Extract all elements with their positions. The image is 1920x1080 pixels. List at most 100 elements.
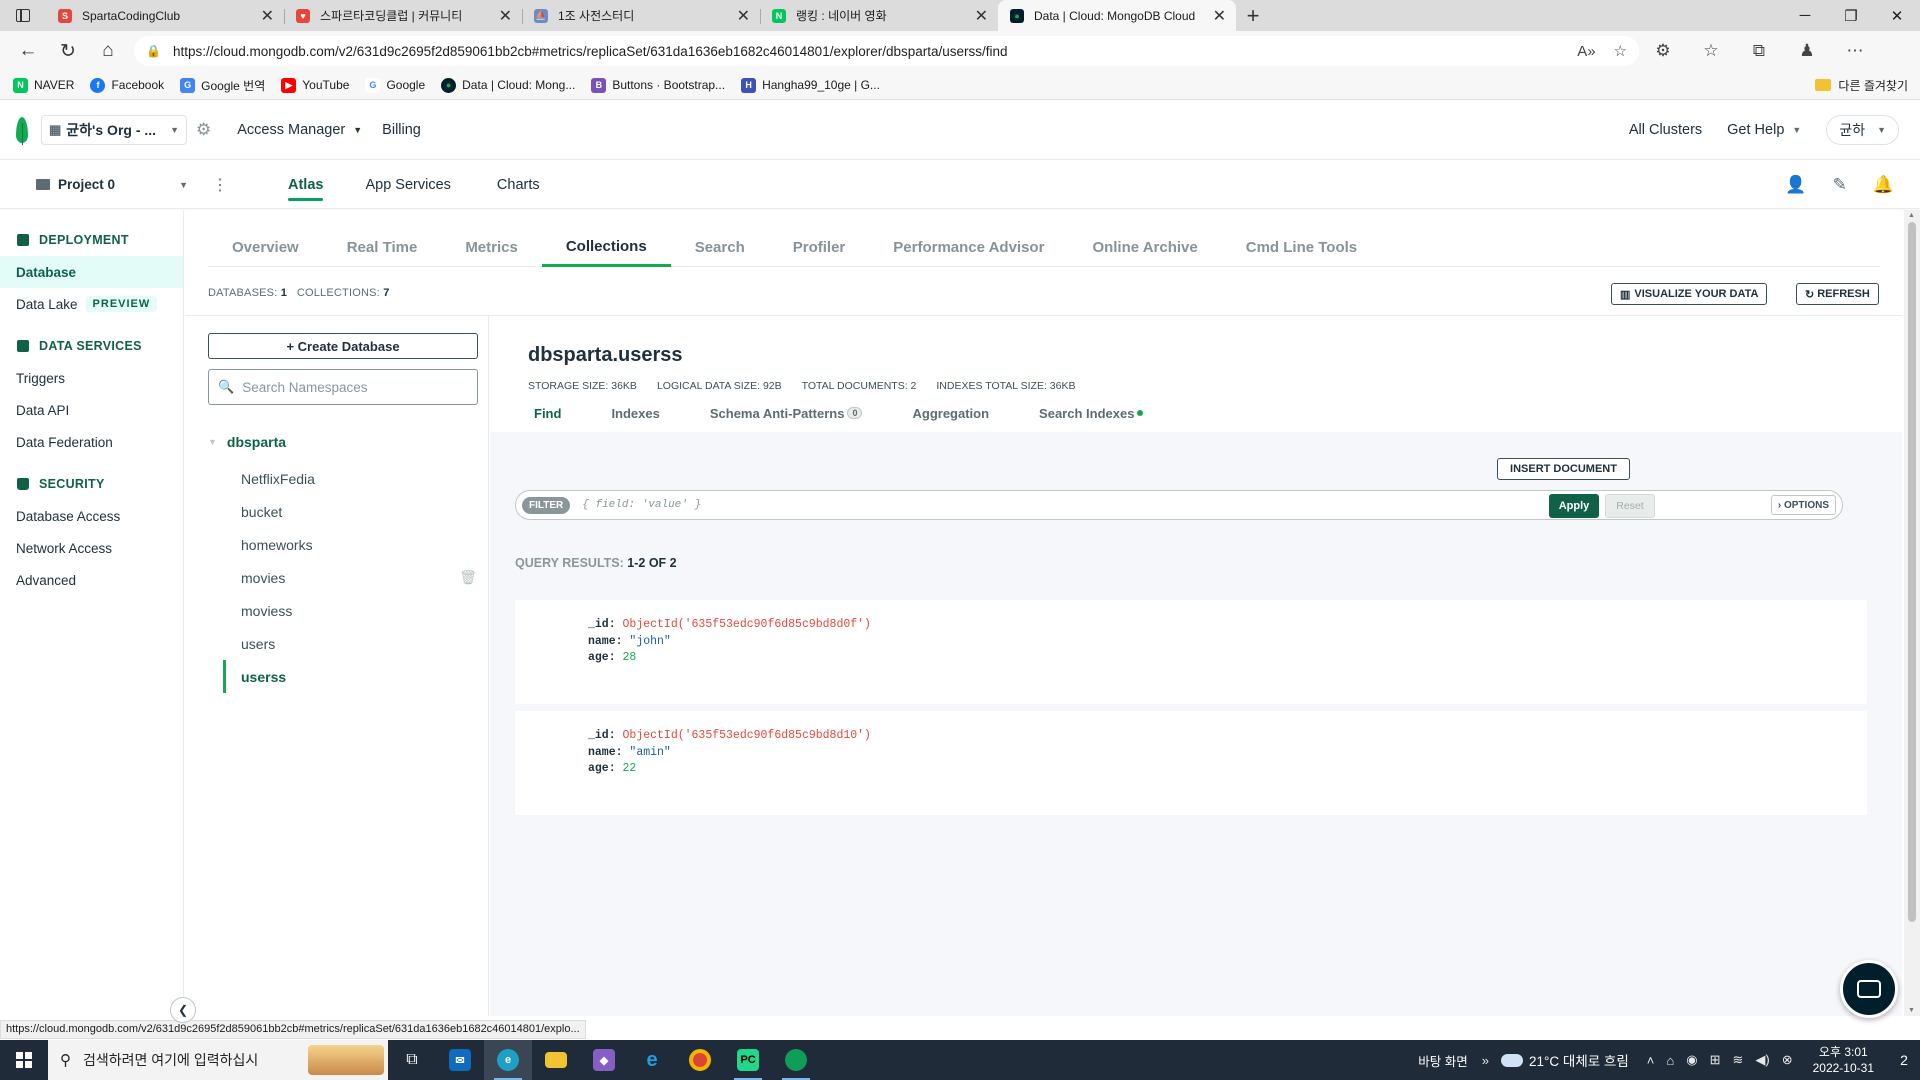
tab-charts[interactable]: Charts [497,161,540,209]
other-bookmarks[interactable]: 다른 즐겨찾기 [1815,77,1908,94]
mail-app-icon[interactable]: ✉ [436,1040,484,1080]
all-clusters-link[interactable]: All Clusters [1629,122,1702,138]
collection-item[interactable]: moviess [223,594,489,627]
internet-explorer-icon[interactable]: e [628,1040,676,1080]
desktop-label[interactable]: 바탕 화면 [1418,1051,1467,1070]
scroll-down-icon[interactable]: ▼ [1908,1007,1915,1014]
tab-actions-icon[interactable] [0,0,46,31]
volume-icon[interactable]: ◀) [1755,1052,1769,1068]
close-tab-icon[interactable]: ✕ [1213,6,1226,26]
new-tab-icon[interactable]: + [1236,0,1270,31]
subtab-find[interactable]: Find [534,402,561,424]
collection-item[interactable]: movies 🗑 [223,561,489,594]
url-field[interactable]: 🔒 https://cloud.mongodb.com/v2/631d9c269… [134,36,1639,66]
bookmark-youtube[interactable]: ▶ YouTube [281,77,349,93]
gear-icon[interactable]: ⚙ [196,120,211,140]
user-menu[interactable]: 균하 ▼ [1826,115,1899,145]
visualize-data-button[interactable]: ▥ VISUALIZE YOUR DATA [1611,283,1768,305]
profile-icon[interactable]: ♟ [1783,41,1831,61]
tab-real-time[interactable]: Real Time [323,228,442,267]
security-icon[interactable]: ◉ [1686,1052,1697,1068]
billing-link[interactable]: Billing [382,122,421,138]
mongodb-leaf-icon[interactable] [16,117,28,145]
sidebar-item-triggers[interactable]: Triggers [0,362,183,394]
task-view-icon[interactable]: ⧉ [388,1040,436,1080]
browser-tab[interactable]: S SpartaCodingClub ✕ [46,0,284,31]
notifications-bell-icon[interactable]: 🔔 [1873,175,1894,195]
windows-start-icon[interactable] [0,1040,48,1080]
tab-cmd-line-tools[interactable]: Cmd Line Tools [1222,228,1381,267]
taskbar-search[interactable]: ⚲ 검색하려면 여기에 입력하십시 [48,1040,388,1080]
access-manager-menu[interactable]: Access Manager ▼ [237,122,362,138]
expand-toolbar-icon[interactable]: » [1482,1053,1489,1068]
bookmark-google[interactable]: G Google [365,77,425,93]
scrollbar-thumb[interactable] [1908,222,1916,922]
wifi-icon[interactable]: ≋ [1732,1052,1743,1068]
subtab-indexes[interactable]: Indexes [611,402,659,424]
close-tab-icon[interactable]: ✕ [737,6,750,26]
sidebar-item-data-lake[interactable]: Data Lake PREVIEW [0,288,183,320]
file-explorer-icon[interactable] [532,1040,580,1080]
language-icon[interactable]: ⊞ [1710,1052,1721,1068]
reload-icon[interactable]: ↻ [48,31,88,71]
chrome-icon[interactable] [676,1040,724,1080]
tab-overview[interactable]: Overview [208,228,323,267]
favorite-star-icon[interactable]: ☆ [1614,42,1627,60]
close-tab-icon[interactable]: ✕ [261,6,274,26]
apply-button[interactable]: Apply [1549,494,1599,518]
close-tab-icon[interactable]: ✕ [499,6,512,26]
collections-icon[interactable]: ⧉ [1735,41,1783,61]
weather-widget[interactable]: 21°C 대체로 흐림 [1501,1050,1629,1070]
subtab-aggregation[interactable]: Aggregation [912,402,989,424]
collection-item[interactable]: NetflixFedia [223,462,489,495]
refresh-button[interactable]: ↻ REFRESH [1796,283,1879,305]
tab-collections[interactable]: Collections [541,228,671,267]
insert-document-button[interactable]: INSERT DOCUMENT [1497,458,1630,480]
visual-studio-icon[interactable]: ◆ [580,1040,628,1080]
chat-support-button[interactable] [1840,960,1898,1018]
read-aloud-icon[interactable]: A» [1577,43,1595,60]
expand-caret-icon[interactable]: ▼ [208,437,217,447]
bookmark-google-translate[interactable]: G Google 번역 [180,77,265,94]
tab-metrics[interactable]: Metrics [441,228,542,267]
create-database-button[interactable]: + Create Database [208,333,478,359]
close-tab-icon[interactable]: ✕ [975,6,988,26]
sidebar-item-data-federation[interactable]: Data Federation [0,426,183,458]
project-options-icon[interactable]: ⋮ [212,175,228,195]
project-selector[interactable]: Project 0 ▼ [36,177,188,192]
bookmark-bootstrap[interactable]: B Buttons · Bootstrap... [591,77,725,93]
back-icon[interactable]: ← [8,31,48,71]
browser-tab[interactable]: ♥ 스파르타코딩클럽 | 커뮤니티 ✕ [284,0,522,31]
network-icon[interactable]: ⌂ [1666,1053,1674,1068]
options-button[interactable]: › OPTIONS [1770,495,1836,515]
browser-tab[interactable]: N 랭킹 : 네이버 영화 ✕ [760,0,998,31]
activity-feed-icon[interactable]: ✎ [1833,175,1847,195]
ime-icon[interactable]: ⊗ [1782,1052,1793,1068]
get-help-menu[interactable]: Get Help ▼ [1727,122,1801,138]
bookmark-hangha99[interactable]: H Hangha99_10ge | G... [741,77,880,93]
more-menu-icon[interactable]: ⋯ [1831,41,1879,61]
sidebar-item-network-access[interactable]: Network Access [0,532,183,564]
sidebar-item-data-api[interactable]: Data API [0,394,183,426]
browser-tab-active[interactable]: ● Data | Cloud: MongoDB Cloud ✕ [998,0,1236,31]
bookmark-naver[interactable]: N NAVER [13,77,74,93]
tab-search[interactable]: Search [671,228,769,267]
show-hidden-icons-icon[interactable]: ˄ [1647,1053,1655,1068]
sidebar-item-advanced[interactable]: Advanced [0,564,183,596]
collection-item[interactable]: homeworks [223,528,489,561]
sidebar-item-database[interactable]: Database [0,256,183,288]
chrome-profile-icon[interactable] [772,1040,820,1080]
trash-icon[interactable]: 🗑 [459,569,477,586]
database-node-dbsparta[interactable]: ▼ dbsparta [208,434,286,450]
org-selector[interactable]: ▦ 균하's Org - ... ▼ [41,115,187,145]
edge-app-icon[interactable]: e [484,1040,532,1080]
document-card[interactable]: _id: ObjectId('635f53edc90f6d85c9bd8d0f'… [515,600,1867,704]
collapse-sidebar-icon[interactable]: ❮ [170,997,196,1023]
subtab-search-indexes[interactable]: Search Indexes [1039,402,1144,424]
tab-app-services[interactable]: App Services [365,161,450,209]
home-icon[interactable]: ⌂ [88,31,128,71]
collection-item[interactable]: users [223,627,489,660]
sidebar-item-database-access[interactable]: Database Access [0,500,183,532]
minimize-icon[interactable]: ─ [1782,0,1828,31]
search-namespaces-input[interactable] [242,379,463,395]
